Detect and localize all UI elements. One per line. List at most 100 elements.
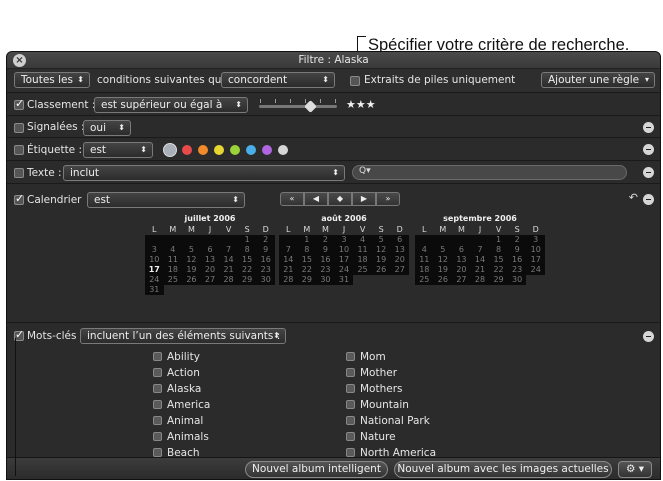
gear-menu-button[interactable]: ⚙ ▾ <box>618 461 652 478</box>
calendar-day[interactable]: 25 <box>353 265 372 275</box>
calendar-day[interactable]: 7 <box>470 245 490 255</box>
keyword-checkbox[interactable] <box>153 352 162 361</box>
calendar-day[interactable]: 4 <box>353 235 372 245</box>
rating-checkbox[interactable] <box>14 97 24 110</box>
calendar-day[interactable]: 22 <box>297 265 317 275</box>
calendar-day[interactable]: 30 <box>256 275 275 285</box>
label-color-swatch[interactable] <box>278 145 288 155</box>
calendar-day[interactable]: 23 <box>256 265 275 275</box>
calendar-day[interactable]: 19 <box>182 265 201 275</box>
calendar-day[interactable]: 22 <box>237 265 257 275</box>
label-color-swatch[interactable] <box>262 145 272 155</box>
calendar-day[interactable]: 12 <box>433 255 453 265</box>
label-color-swatch[interactable] <box>246 145 256 155</box>
calendar-day[interactable]: 13 <box>200 255 220 265</box>
calendar-day[interactable]: 3 <box>145 245 164 255</box>
calendar-day[interactable]: 13 <box>390 245 409 255</box>
calendar-day[interactable]: 11 <box>353 245 372 255</box>
calendar-day[interactable]: 3 <box>526 235 545 245</box>
calendar-day[interactable]: 21 <box>279 265 298 275</box>
calendar-day[interactable]: 18 <box>415 265 434 275</box>
calendar-day[interactable]: 19 <box>371 255 391 265</box>
label-color-swatch[interactable] <box>230 145 240 155</box>
calendar-day[interactable]: 24 <box>334 265 354 275</box>
label-none-swatch[interactable] <box>163 143 177 157</box>
text-operator-popup[interactable]: inclut ⬍ <box>63 165 345 181</box>
keyword-item[interactable]: Action <box>153 367 200 379</box>
flagged-checkbox[interactable] <box>14 123 24 133</box>
rating-slider[interactable] <box>259 105 337 108</box>
calendar-day[interactable]: 23 <box>316 265 335 275</box>
rating-operator-popup[interactable]: est supérieur ou égal à ⬍ <box>94 97 248 113</box>
scope-popup[interactable]: Toutes les ⬍ <box>14 72 90 88</box>
calendar-day[interactable]: 14 <box>219 255 238 265</box>
keyword-checkbox[interactable] <box>153 384 162 393</box>
calendar-day[interactable]: 4 <box>415 245 434 255</box>
calendar-day[interactable]: 14 <box>470 255 490 265</box>
calendar-day[interactable]: 29 <box>297 275 317 285</box>
next-month-button[interactable]: ▶ <box>352 192 376 206</box>
keyword-item[interactable]: America <box>153 399 210 411</box>
calendar-day[interactable]: 4 <box>163 245 183 255</box>
add-rule-button[interactable]: Ajouter une règle ▾ <box>541 72 655 88</box>
today-button[interactable]: ◆ <box>328 192 352 206</box>
calendar-day[interactable]: 12 <box>182 255 201 265</box>
remove-rule-button[interactable] <box>643 194 654 205</box>
calendar-day[interactable]: 30 <box>507 275 527 285</box>
calendar-day[interactable]: 28 <box>279 275 298 285</box>
calendar-day[interactable]: 2 <box>256 235 275 245</box>
calendar-day[interactable]: 29 <box>489 275 508 285</box>
keyword-checkbox[interactable] <box>153 400 162 409</box>
calendar-day[interactable]: 28 <box>219 275 238 285</box>
calendar-day[interactable]: 17 <box>526 255 545 265</box>
calendar-day[interactable]: 16 <box>507 255 527 265</box>
calendar-day[interactable]: 11 <box>163 255 183 265</box>
calendar-day[interactable]: 6 <box>390 235 409 245</box>
calendar-day[interactable]: 31 <box>145 285 164 295</box>
calendar-day[interactable]: 28 <box>470 275 490 285</box>
calendar-day[interactable]: 20 <box>390 255 409 265</box>
calendar-day[interactable]: 15 <box>237 255 257 265</box>
new-smart-album-button[interactable]: Nouvel album intelligent <box>245 461 388 478</box>
calendar-day[interactable]: 17 <box>145 265 164 275</box>
calendar-day[interactable]: 27 <box>390 265 409 275</box>
calendar-day[interactable]: 15 <box>489 255 508 265</box>
keyword-checkbox[interactable] <box>346 384 355 393</box>
calendar-day[interactable]: 2 <box>507 235 527 245</box>
keyword-item[interactable]: Mother <box>346 367 397 379</box>
calendar-day[interactable]: 24 <box>526 265 545 275</box>
keyword-checkbox[interactable] <box>153 416 162 425</box>
label-color-swatch[interactable] <box>182 145 192 155</box>
keyword-item[interactable]: Mothers <box>346 383 403 395</box>
keyword-checkbox[interactable] <box>153 448 162 457</box>
rating-slider-knob[interactable] <box>304 100 317 113</box>
label-color-swatch[interactable] <box>198 145 208 155</box>
calendar-day[interactable]: 7 <box>219 245 238 255</box>
match-popup[interactable]: concordent ⬍ <box>221 72 335 88</box>
keyword-checkbox[interactable] <box>346 368 355 377</box>
keyword-item[interactable]: Animals <box>153 431 209 443</box>
calendar-day[interactable]: 20 <box>200 265 220 275</box>
keyword-item[interactable]: Alaska <box>153 383 201 395</box>
keywords-operator-popup[interactable]: incluent l’un des éléments suivants : ⬍ <box>80 328 286 344</box>
calendar-day[interactable]: 29 <box>237 275 257 285</box>
calendar-day[interactable]: 30 <box>316 275 335 285</box>
calendar-day[interactable]: 23 <box>507 265 527 275</box>
stacks-checkbox[interactable] <box>350 76 360 86</box>
calendar-day[interactable]: 17 <box>334 255 354 265</box>
text-checkbox[interactable] <box>14 168 24 178</box>
calendar-day[interactable]: 9 <box>507 245 527 255</box>
calendar-day[interactable]: 1 <box>297 235 317 245</box>
calendar-day[interactable]: 15 <box>297 255 317 265</box>
calendar-day[interactable]: 10 <box>145 255 164 265</box>
calendar-day[interactable]: 18 <box>353 255 372 265</box>
remove-rule-button[interactable] <box>643 144 654 155</box>
keyword-checkbox[interactable] <box>346 400 355 409</box>
calendar-day[interactable]: 27 <box>200 275 220 285</box>
last-month-button[interactable]: » <box>376 192 400 206</box>
calendar-day[interactable]: 8 <box>237 245 257 255</box>
calendar-day[interactable]: 26 <box>371 265 391 275</box>
calendar-day[interactable]: 8 <box>489 245 508 255</box>
remove-rule-button[interactable] <box>643 331 654 342</box>
calendar-day[interactable]: 25 <box>415 275 434 285</box>
